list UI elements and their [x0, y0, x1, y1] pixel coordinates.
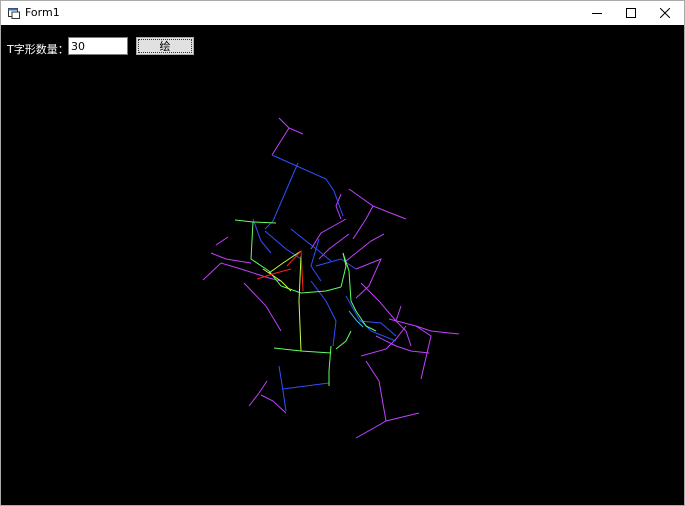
t-shapes-yellow-green — [262, 250, 302, 352]
form-client-area: T字形数量： 绘 — [1, 25, 684, 505]
maximize-icon — [626, 8, 636, 18]
maximize-button[interactable] — [614, 1, 648, 25]
minimize-icon — [592, 13, 602, 14]
t-shapes-purple — [202, 117, 460, 439]
title-bar[interactable]: Form1 — [1, 1, 684, 25]
close-icon — [660, 8, 670, 18]
t-shapes-green — [234, 219, 377, 386]
t-shapes-blue — [252, 154, 397, 412]
minimize-button[interactable] — [580, 1, 614, 25]
close-button[interactable] — [648, 1, 682, 25]
window-title: Form1 — [25, 6, 60, 19]
app-window: Form1 T字形数量： 绘 — [0, 0, 685, 506]
t-shape-drawing-canvas — [202, 117, 460, 439]
form-app-icon — [8, 8, 20, 19]
